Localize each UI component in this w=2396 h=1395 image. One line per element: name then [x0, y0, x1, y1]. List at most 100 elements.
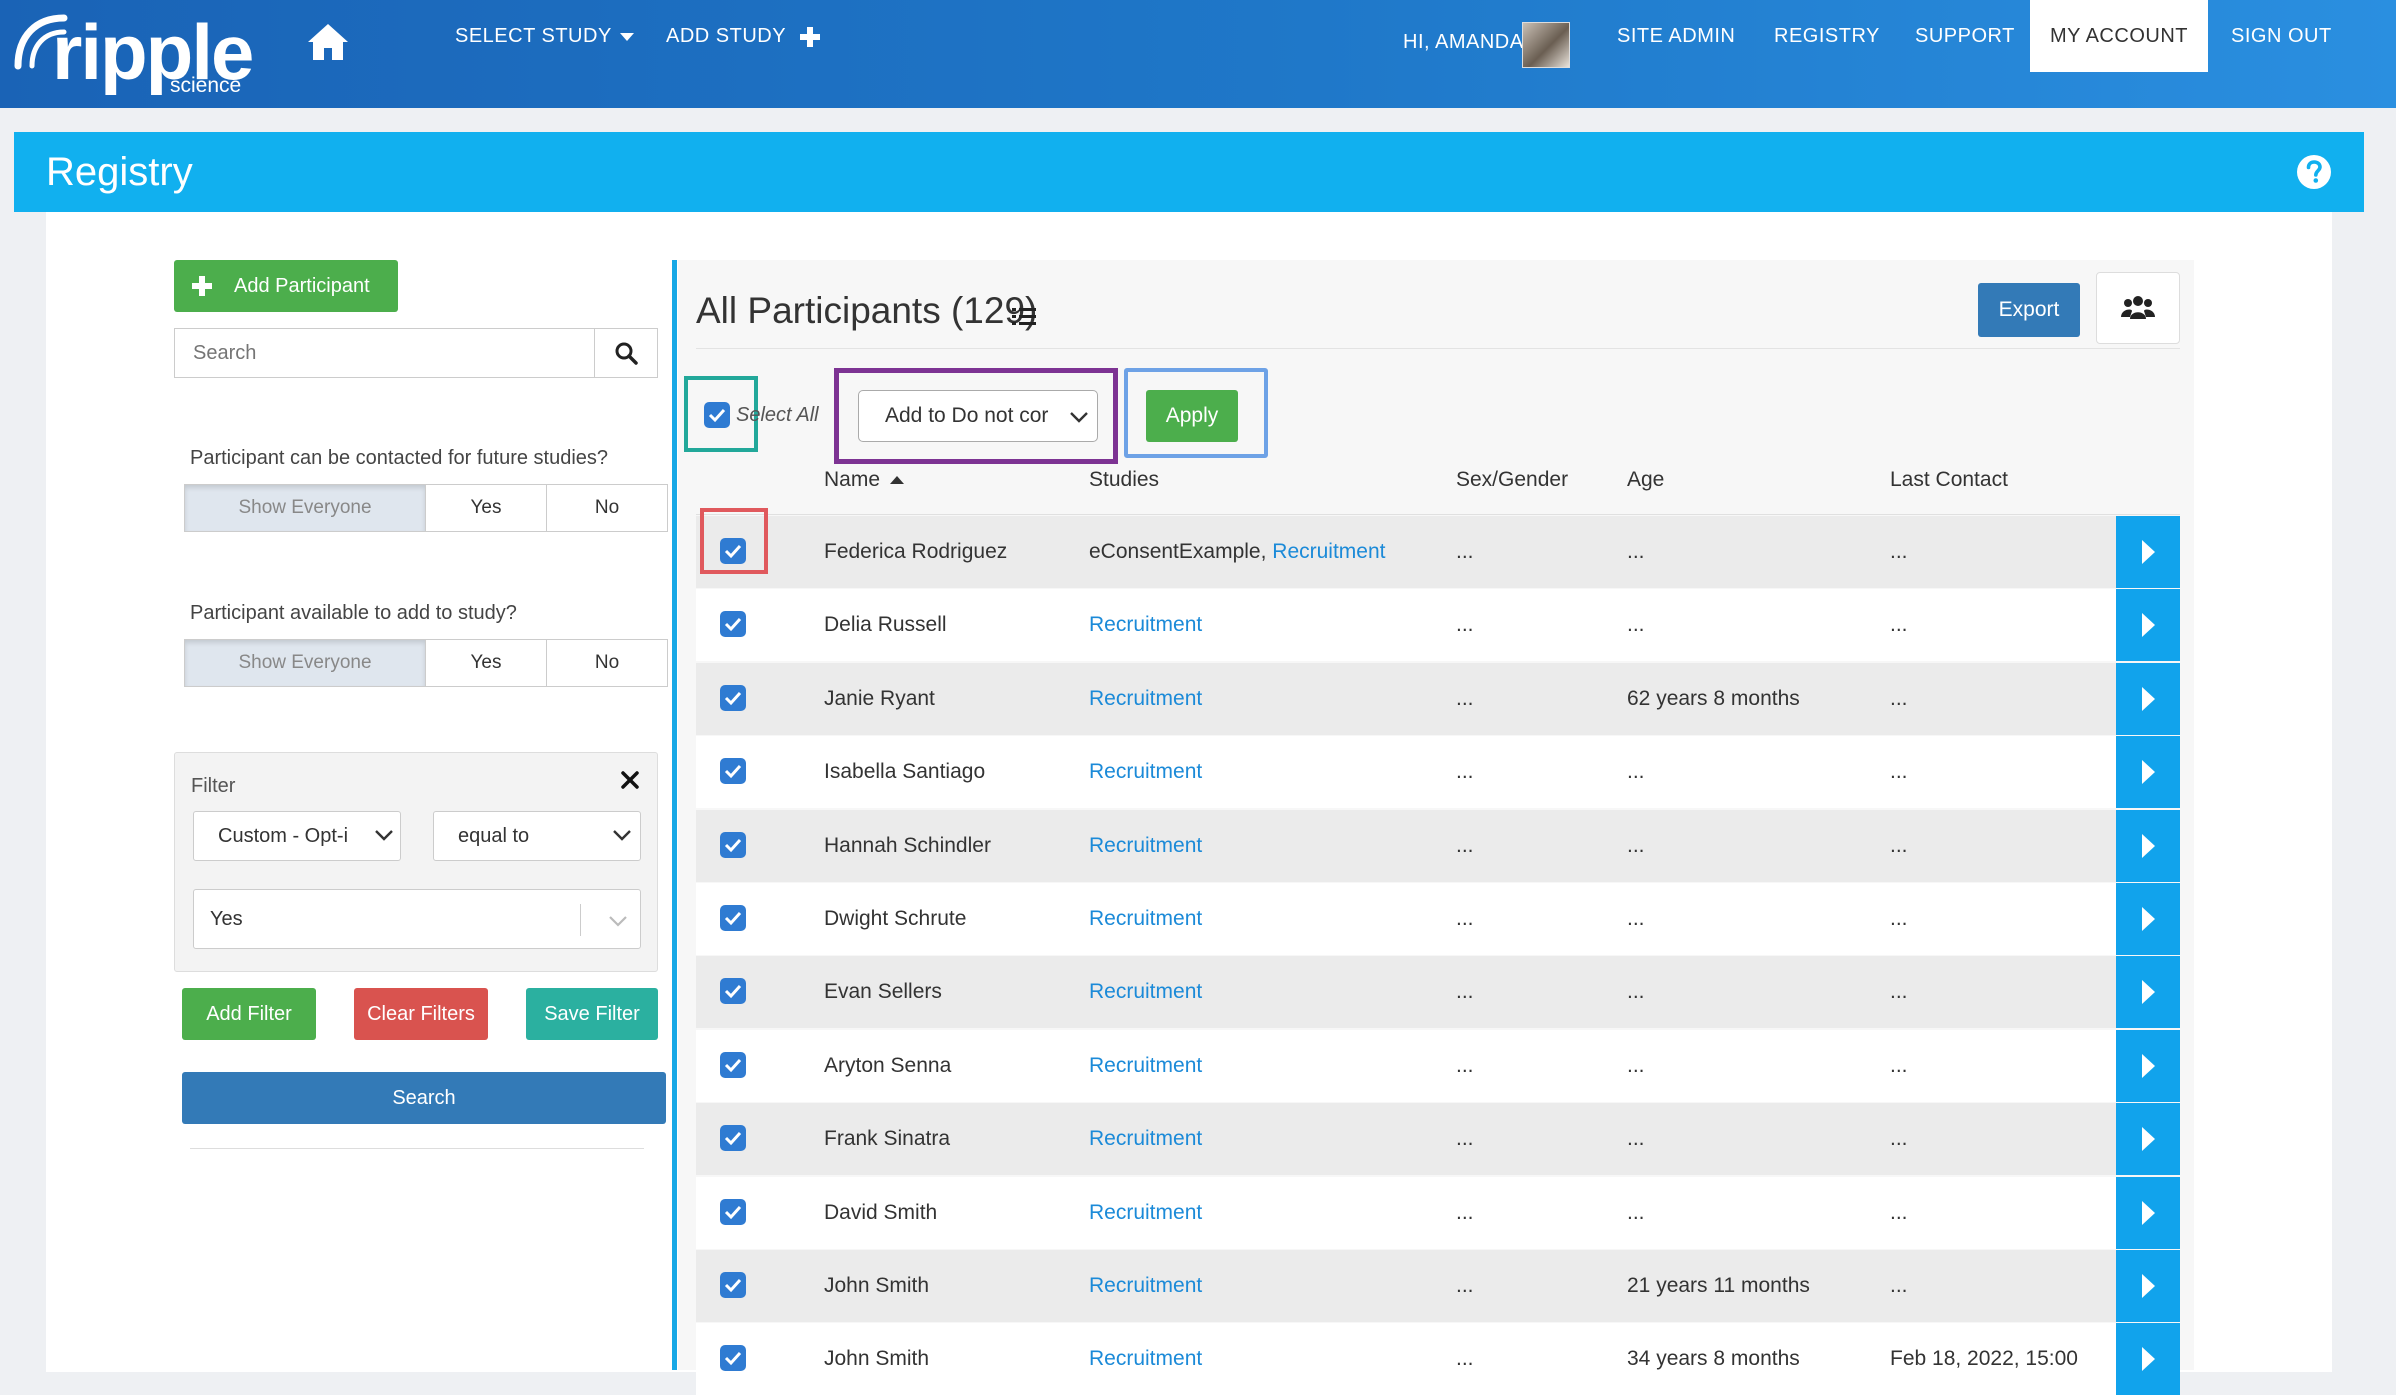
- view-participant-button[interactable]: [2116, 736, 2180, 809]
- row-checkbox[interactable]: [720, 1125, 746, 1152]
- table-row[interactable]: Frank Sinatra Recruitment.........: [696, 1103, 2180, 1176]
- avatar[interactable]: [1522, 22, 1570, 68]
- study-link[interactable]: Recruitment: [1089, 1347, 1202, 1370]
- view-participant-button[interactable]: [2116, 1250, 2180, 1322]
- study-link[interactable]: Recruitment: [1089, 760, 1202, 783]
- view-participant-button[interactable]: [2116, 956, 2180, 1029]
- filter-value-select[interactable]: Yes: [193, 889, 641, 949]
- view-participant-button[interactable]: [2116, 662, 2180, 735]
- column-header-age[interactable]: Age: [1627, 468, 1664, 492]
- column-header-last-contact[interactable]: Last Contact: [1890, 468, 2008, 492]
- row-checkbox[interactable]: [720, 905, 746, 931]
- available-show-everyone[interactable]: Show Everyone: [184, 639, 426, 687]
- table-row[interactable]: Dwight Schrute Recruitment.........: [696, 883, 2180, 955]
- participant-name[interactable]: David Smith: [824, 1177, 937, 1249]
- row-checkbox[interactable]: [720, 684, 746, 711]
- table-row[interactable]: Federica Rodriguez eConsentExample, Recru…: [696, 516, 2180, 588]
- row-checkbox[interactable]: [720, 1272, 746, 1298]
- view-participant-button[interactable]: [2116, 589, 2180, 662]
- table-row[interactable]: Isabella Santiago Recruitment.........: [696, 736, 2180, 809]
- apply-button[interactable]: Apply: [1146, 390, 1238, 442]
- participant-name[interactable]: Janie Ryant: [824, 663, 935, 735]
- ripple-logo[interactable]: ripple science: [8, 6, 254, 97]
- row-checkbox[interactable]: [720, 831, 746, 858]
- available-no[interactable]: No: [546, 639, 668, 687]
- clear-filters-button[interactable]: Clear Filters: [354, 988, 488, 1040]
- nav-registry[interactable]: REGISTRY: [1774, 0, 1880, 72]
- column-header-sex[interactable]: Sex/Gender: [1456, 468, 1568, 492]
- nav-site-admin[interactable]: SITE ADMIN: [1617, 0, 1735, 72]
- select-all-checkbox[interactable]: [704, 402, 730, 428]
- row-checkbox[interactable]: [720, 611, 746, 638]
- bulk-action-select[interactable]: Add to Do not cor: [858, 390, 1098, 442]
- table-row[interactable]: Janie Ryant Recruitment... 62 years 8 mont…: [696, 662, 2180, 735]
- participant-name[interactable]: John Smith: [824, 1250, 929, 1322]
- table-row[interactable]: John Smith Recruitment... 34 years 8 month…: [696, 1323, 2180, 1395]
- study-link[interactable]: Recruitment: [1089, 907, 1202, 930]
- participant-name[interactable]: Aryton Senna: [824, 1030, 951, 1102]
- participant-name[interactable]: Hannah Schindler: [824, 810, 991, 882]
- view-participant-button[interactable]: [2116, 883, 2180, 955]
- nav-select-study[interactable]: SELECT STUDY: [455, 0, 634, 72]
- export-button[interactable]: Export: [1978, 283, 2080, 337]
- row-checkbox[interactable]: [720, 1345, 746, 1372]
- study-link[interactable]: Recruitment: [1089, 980, 1202, 1003]
- table-row[interactable]: David Smith Recruitment.........: [696, 1176, 2180, 1249]
- contact-no[interactable]: No: [546, 484, 668, 532]
- row-checkbox[interactable]: [720, 978, 746, 1005]
- participant-name[interactable]: Delia Russell: [824, 589, 947, 661]
- study-link[interactable]: Recruitment: [1089, 1054, 1202, 1077]
- view-participant-button[interactable]: [2116, 516, 2180, 588]
- participant-name[interactable]: Isabella Santiago: [824, 736, 985, 808]
- list-icon[interactable]: [1012, 306, 1036, 326]
- contact-show-everyone[interactable]: Show Everyone: [184, 484, 426, 532]
- study-link[interactable]: Recruitment: [1272, 540, 1385, 563]
- home-icon[interactable]: [306, 22, 350, 62]
- view-participant-button[interactable]: [2116, 1103, 2180, 1176]
- participant-name[interactable]: Frank Sinatra: [824, 1103, 950, 1175]
- row-checkbox[interactable]: [720, 1198, 746, 1225]
- nav-add-study[interactable]: ADD STUDY: [666, 0, 820, 72]
- add-filter-button[interactable]: Add Filter: [182, 988, 316, 1040]
- caret-down-icon: [619, 32, 634, 41]
- participant-sex: ...: [1456, 1347, 1474, 1371]
- column-header-name[interactable]: Name: [824, 468, 905, 492]
- table-row[interactable]: Delia Russell Recruitment.........: [696, 589, 2180, 662]
- filter-operator-select[interactable]: equal to: [433, 811, 641, 861]
- close-icon[interactable]: [621, 771, 639, 789]
- study-link[interactable]: Recruitment: [1089, 613, 1202, 636]
- table-row[interactable]: Hannah Schindler Recruitment.........: [696, 809, 2180, 882]
- column-header-studies[interactable]: Studies: [1089, 468, 1159, 492]
- search-input[interactable]: [175, 329, 595, 377]
- filter-field-select[interactable]: Custom - Opt-i: [193, 811, 401, 861]
- add-participant-button[interactable]: Add Participant: [174, 260, 398, 312]
- participant-name[interactable]: John Smith: [824, 1323, 929, 1395]
- study-link[interactable]: Recruitment: [1089, 1127, 1202, 1150]
- table-row[interactable]: John Smith Recruitment... 21 years 11 mont…: [696, 1250, 2180, 1322]
- sidebar-search-button[interactable]: Search: [182, 1072, 666, 1124]
- study-link[interactable]: Recruitment: [1089, 1274, 1202, 1297]
- nav-sign-out[interactable]: SIGN OUT: [2231, 0, 2332, 72]
- table-row[interactable]: Aryton Senna Recruitment.........: [696, 1029, 2180, 1102]
- view-participant-button[interactable]: [2116, 1176, 2180, 1249]
- table-row[interactable]: Evan Sellers Recruitment.........: [696, 956, 2180, 1029]
- participant-name[interactable]: Dwight Schrute: [824, 883, 966, 955]
- search-submit-button[interactable]: [594, 329, 657, 377]
- group-button[interactable]: [2096, 272, 2180, 344]
- help-icon[interactable]: [2296, 154, 2332, 190]
- nav-my-account[interactable]: MY ACCOUNT: [2030, 0, 2208, 72]
- row-checkbox[interactable]: [720, 758, 746, 785]
- view-participant-button[interactable]: [2116, 809, 2180, 882]
- available-yes[interactable]: Yes: [425, 639, 547, 687]
- participant-name[interactable]: Federica Rodriguez: [824, 516, 1007, 588]
- participant-name[interactable]: Evan Sellers: [824, 956, 942, 1028]
- view-participant-button[interactable]: [2116, 1029, 2180, 1102]
- row-checkbox[interactable]: [720, 1051, 746, 1078]
- study-link[interactable]: Recruitment: [1089, 687, 1202, 710]
- study-link[interactable]: Recruitment: [1089, 834, 1202, 857]
- nav-support[interactable]: SUPPORT: [1915, 0, 2015, 72]
- study-link[interactable]: Recruitment: [1089, 1201, 1202, 1224]
- save-filter-button[interactable]: Save Filter: [526, 988, 658, 1040]
- view-participant-button[interactable]: [2116, 1323, 2180, 1395]
- contact-yes[interactable]: Yes: [425, 484, 547, 532]
